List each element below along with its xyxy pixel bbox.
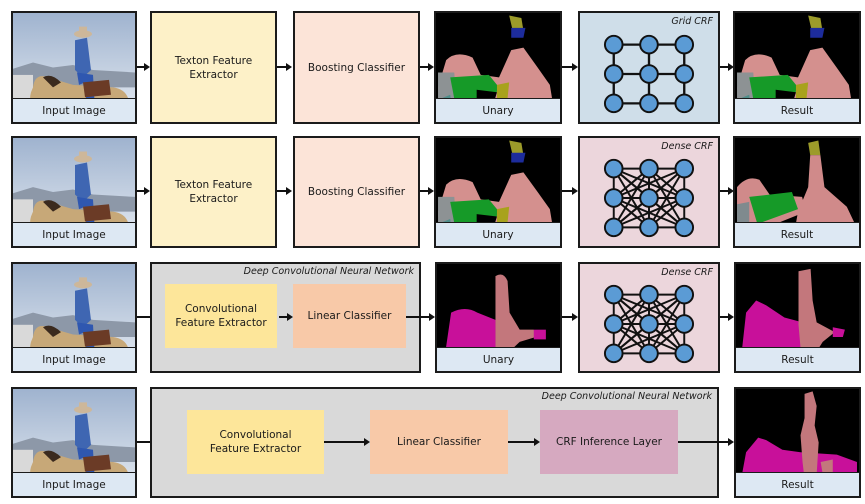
dense-crf-tag: Dense CRF [661,141,713,152]
unary-panel: Unary [434,136,562,248]
unary-panel: Unary [434,11,562,124]
arrow-icon [562,187,578,195]
input-image-panel: Input Image [11,11,137,124]
result-panel: Result [734,262,861,373]
arrow-icon [720,187,734,195]
dense-crf-tag: Dense CRF [661,267,713,278]
arrow-icon [420,187,434,195]
arrow-icon [277,63,292,71]
input-image-panel: Input Image [11,136,137,248]
result-caption: Result [735,222,859,246]
input-image-caption: Input Image [13,347,135,371]
dcnn-tag: Deep Convolutional Neural Network [541,391,712,402]
arrow-icon [720,63,734,71]
grid-graph-icon [590,27,708,121]
result-caption: Result [736,472,859,496]
boosting-classifier: Boosting Classifier [293,136,420,248]
arrow-icon [562,313,578,321]
stage-label: Linear Classifier [307,310,392,322]
linear-classifier: Linear Classifier [293,284,406,348]
arrow-icon [137,187,150,195]
stage-label: Texton Feature Extractor [174,54,253,81]
unary-caption: Unary [436,222,560,246]
result-caption: Result [736,347,859,371]
arrow-icon [678,438,734,446]
arrow-icon [406,313,435,321]
arrow-icon [137,63,150,71]
unary-caption: Unary [437,347,560,371]
arrow-icon [420,63,434,71]
input-image-caption: Input Image [13,98,135,122]
input-image-caption: Input Image [13,472,135,496]
result-panel: Result [733,136,861,248]
input-image-panel: Input Image [11,387,137,498]
stage-label: Boosting Classifier [307,61,406,74]
unary-panel: Unary [435,262,562,373]
boosting-classifier: Boosting Classifier [293,11,420,124]
stage-label: Convolutional Feature Extractor [175,303,267,329]
result-panel: Result [733,11,861,124]
arrow-icon [277,187,292,195]
texton-feature-extractor: Texton Feature Extractor [150,11,277,124]
result-caption: Result [735,98,859,122]
unary-caption: Unary [436,98,560,122]
arrow-icon [562,63,578,71]
arrow-icon [324,438,370,446]
convolutional-feature-extractor: Convolutional Feature Extractor [187,410,324,474]
dcnn-tag: Deep Convolutional Neural Network [243,266,414,277]
arrow-icon [720,313,734,321]
arrow-icon [508,438,540,446]
input-image-caption: Input Image [13,222,135,246]
stage-label: Boosting Classifier [307,186,406,198]
result-panel: Result [734,387,861,498]
stage-label: CRF Inference Layer [556,436,662,448]
dense-graph-icon [590,277,708,371]
stage-label: Texton Feature Extractor [174,179,253,205]
convolutional-feature-extractor: Convolutional Feature Extractor [165,284,277,348]
input-image-panel: Input Image [11,262,137,373]
grid-crf-panel: Grid CRF [578,11,720,124]
stage-label: Linear Classifier [397,436,481,448]
stage-label: Convolutional Feature Extractor [209,429,302,455]
dense-crf-panel: Dense CRF [578,136,720,248]
grid-crf-tag: Grid CRF [671,16,713,27]
dense-graph-icon [590,151,708,245]
crf-inference-layer: CRF Inference Layer [540,410,678,474]
linear-classifier: Linear Classifier [370,410,508,474]
arrow-icon [279,313,293,321]
dense-crf-panel: Dense CRF [578,262,720,373]
texton-feature-extractor: Texton Feature Extractor [150,136,277,248]
